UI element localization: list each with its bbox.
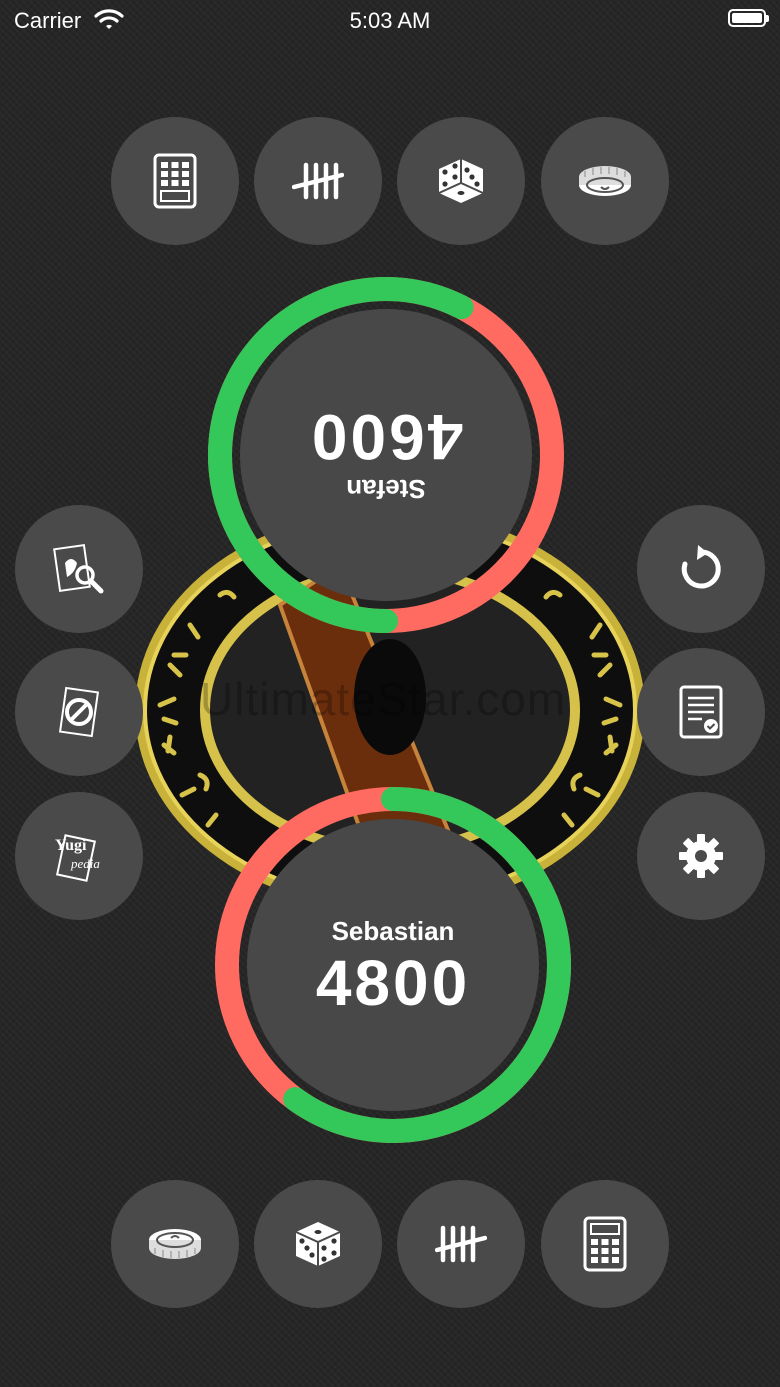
- duel-log-button[interactable]: [637, 648, 765, 776]
- coin-button-top[interactable]: [541, 117, 669, 245]
- player-bottom-life: 4800: [315, 946, 471, 1019]
- battery-icon: [728, 9, 769, 27]
- calculator-icon: [583, 1216, 627, 1272]
- yugipedia-button[interactable]: Yugi pedia: [15, 792, 143, 920]
- yugipedia-logo-text-pedia: pedia: [70, 856, 100, 871]
- duel-log-icon: [678, 684, 724, 740]
- reset-icon: [676, 544, 726, 594]
- calculator-icon: [153, 153, 197, 209]
- dice-button-top[interactable]: [397, 117, 525, 245]
- player-top-name: Stefan: [346, 474, 426, 505]
- player-bottom-name: Sebastian: [331, 915, 455, 946]
- coin-icon: [147, 1226, 203, 1262]
- reset-button[interactable]: [637, 505, 765, 633]
- calculator-button-bottom[interactable]: [541, 1180, 669, 1308]
- yugipedia-icon: Yugi pedia: [49, 828, 109, 884]
- card-search-button[interactable]: [15, 505, 143, 633]
- player-top-life: 4600: [308, 401, 464, 474]
- dice-icon: [292, 1218, 344, 1270]
- banned-card-icon: [51, 684, 107, 740]
- tally-button-bottom[interactable]: [397, 1180, 525, 1308]
- banned-list-button[interactable]: [15, 648, 143, 776]
- dice-button-bottom[interactable]: [254, 1180, 382, 1308]
- player-bottom-counter: Sebastian 4800: [247, 819, 539, 1111]
- card-search-icon: [51, 541, 107, 597]
- yugipedia-logo-text-yugi: Yugi: [55, 837, 87, 854]
- clock: 5:03 AM: [349, 8, 431, 33]
- coin-button-bottom[interactable]: [111, 1180, 239, 1308]
- watermark: UltimateStar.com: [200, 673, 567, 725]
- settings-button[interactable]: [637, 792, 765, 920]
- calculator-button-top[interactable]: [111, 117, 239, 245]
- tally-icon: [292, 161, 344, 201]
- player-bottom-life-panel[interactable]: Sebastian 4800: [213, 785, 573, 1145]
- tally-icon: [435, 1224, 487, 1264]
- player-top-counter: Stefan 4600: [240, 309, 532, 601]
- tally-button-top[interactable]: [254, 117, 382, 245]
- gear-icon: [678, 833, 724, 879]
- status-bar: Carrier 5:03 AM: [0, 0, 780, 40]
- player-top-life-panel[interactable]: Stefan 4600: [206, 275, 566, 635]
- dice-icon: [435, 155, 487, 207]
- coin-icon: [577, 163, 633, 199]
